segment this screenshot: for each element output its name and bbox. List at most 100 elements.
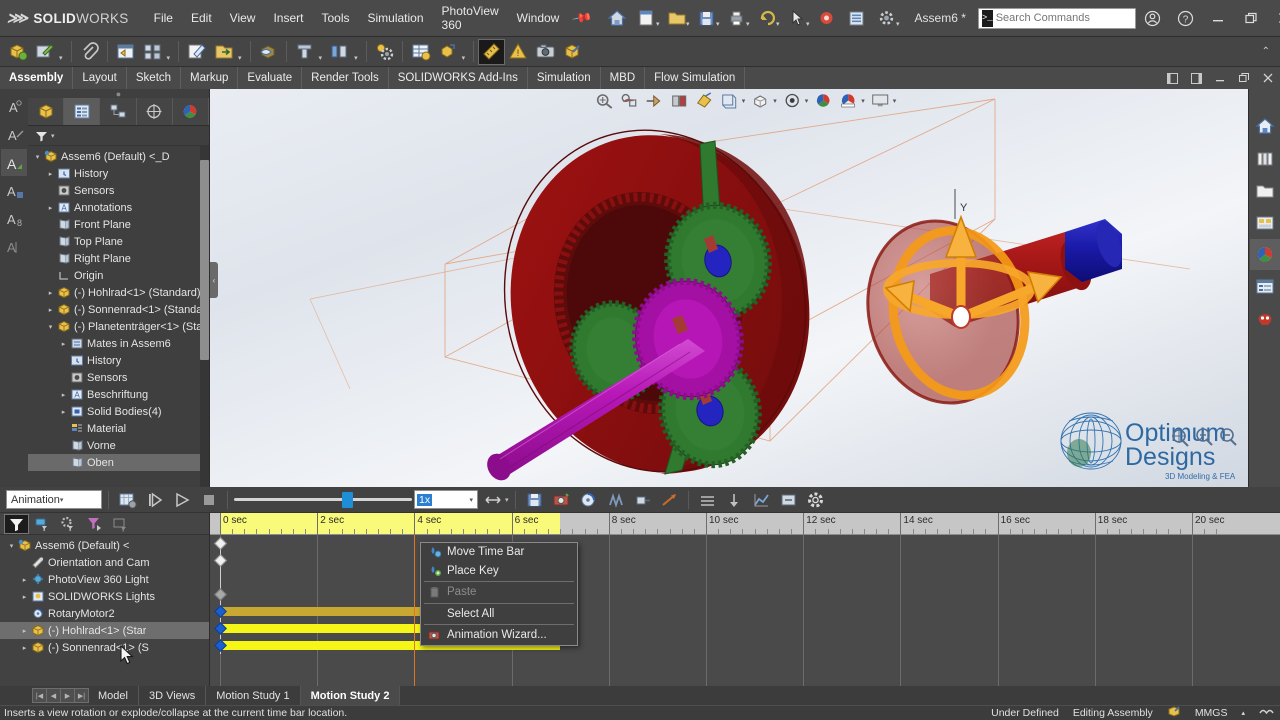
motion-tree-node[interactable]: RotaryMotor2	[0, 605, 209, 622]
tree-expand-arrow[interactable]: ▾	[32, 153, 43, 161]
motion-tree-node[interactable]: ▸ SOLIDWORKS Lights	[0, 588, 209, 605]
tree-expand-arrow[interactable]: ▸	[45, 170, 56, 178]
zoom-controls[interactable]	[1170, 425, 1240, 449]
filter-all-icon[interactable]	[4, 513, 29, 534]
tree-expand-arrow[interactable]: ▸	[19, 576, 30, 584]
chevron-down-icon[interactable]: ▾	[469, 496, 477, 504]
tree-node[interactable]: History	[28, 352, 209, 369]
tree-scroll-thumb[interactable]	[200, 160, 209, 360]
tab-evaluate[interactable]: Evaluate	[238, 67, 303, 89]
playback-speed-select[interactable]: 1x ▾	[414, 490, 478, 509]
tab-model[interactable]: Model	[88, 686, 139, 705]
chevron-down-icon[interactable]: ▾	[805, 97, 809, 105]
annotation-a-icon[interactable]: A	[1, 93, 27, 120]
tree-node[interactable]: ▸ History	[28, 165, 209, 182]
tree-node[interactable]: Top Plane	[28, 233, 209, 250]
study-type-select[interactable]: Animation ▾	[6, 490, 102, 509]
keyframe-marker[interactable]	[213, 554, 227, 567]
tab-simulation[interactable]: Simulation	[528, 67, 601, 89]
filter-animated-icon[interactable]	[30, 514, 55, 534]
keyframe-marker[interactable]	[213, 588, 227, 601]
appearances-scenes-icon[interactable]	[1249, 239, 1280, 270]
timeline-row[interactable]	[210, 535, 1280, 552]
motion-manager-tree[interactable]: ▾ Assem6 (Default) < Orientation and Cam ▸ P…	[0, 535, 209, 686]
feature-tree[interactable]: ▾ Assem6 (Default) <_D ▸ History Sensors ▸ A An…	[28, 146, 209, 487]
motion-tree-node[interactable]: Orientation and Cam	[0, 554, 209, 571]
tab-flow-simulation[interactable]: Flow Simulation	[645, 67, 746, 89]
dimxpert-icon[interactable]	[137, 98, 173, 125]
tree-node[interactable]: Oben	[28, 454, 209, 471]
section-view-icon[interactable]	[667, 91, 691, 110]
save-document-icon[interactable]: ▾	[693, 5, 721, 31]
motion-tree-node[interactable]: ▾ Assem6 (Default) <	[0, 537, 209, 554]
slider-knob[interactable]	[342, 491, 353, 508]
tree-node[interactable]: ▾ Assem6 (Default) <_D	[28, 148, 209, 165]
animation-wizard-button[interactable]	[549, 489, 574, 511]
timeline-row[interactable]	[210, 586, 1280, 603]
tree-node[interactable]: ▸ Solid Bodies(4)	[28, 403, 209, 420]
chevron-down-icon[interactable]: ▾	[505, 496, 509, 504]
apply-scene-icon[interactable]	[811, 91, 835, 110]
tab-motion-study-2[interactable]: Motion Study 2	[300, 686, 401, 705]
timeline-row[interactable]	[210, 620, 1280, 637]
gear-icon[interactable]: ▾	[873, 5, 901, 31]
hide-show-icon[interactable]	[748, 91, 772, 110]
tree-node[interactable]: ▸ A Beschriftung	[28, 386, 209, 403]
save-animation-button[interactable]	[522, 489, 547, 511]
annotation-a-dim-icon[interactable]: A	[1, 233, 27, 260]
solidworks-forum-icon[interactable]	[1250, 303, 1280, 334]
tab-markup[interactable]: Markup	[181, 67, 239, 89]
tree-expand-arrow[interactable]: ▸	[19, 627, 30, 635]
menu-item-tools[interactable]: Tools	[312, 7, 358, 29]
first-icon[interactable]: |◀	[32, 688, 47, 703]
file-explorer-icon[interactable]	[1250, 175, 1280, 206]
tree-node[interactable]: Origin	[28, 267, 209, 284]
spring-button[interactable]	[603, 489, 628, 511]
motion-tree-node[interactable]: ▸ PhotoView 360 Light	[0, 571, 209, 588]
results-plot-button[interactable]	[749, 489, 774, 511]
menu-item-view[interactable]: View	[221, 7, 265, 29]
custom-properties-icon[interactable]	[1250, 271, 1280, 302]
annotation-a-arrow-icon[interactable]: A	[1, 121, 27, 148]
tab-mbd[interactable]: MBD	[601, 67, 646, 89]
menu-item-photoview[interactable]: PhotoView 360	[433, 0, 508, 36]
chevron-up-icon[interactable]: ⌃	[1262, 46, 1270, 57]
hide-show-components-icon[interactable]	[255, 39, 282, 65]
play-from-start-button[interactable]	[142, 489, 167, 511]
previous-icon[interactable]: ◀	[46, 688, 61, 703]
panel-collapse-handle[interactable]: ‹	[210, 262, 218, 298]
chevron-down-icon[interactable]: ▾	[461, 54, 470, 62]
edit-sketch-icon[interactable]	[183, 39, 210, 65]
tree-expand-arrow[interactable]: ▸	[58, 391, 69, 399]
view-settings-icon[interactable]	[836, 91, 860, 110]
contact-button[interactable]	[695, 489, 720, 511]
mate-icon[interactable]	[291, 39, 318, 65]
force-button[interactable]	[657, 489, 682, 511]
tree-node[interactable]: Sensors	[28, 369, 209, 386]
search-input[interactable]	[995, 12, 1138, 24]
context-menu-item[interactable]: Select All	[421, 605, 577, 624]
tree-expand-arrow[interactable]: ▸	[19, 593, 30, 601]
filter-driving-icon[interactable]	[56, 514, 81, 534]
options-panel-icon[interactable]	[843, 5, 871, 31]
tree-expand-arrow[interactable]: ▸	[58, 408, 69, 416]
damper-button[interactable]	[630, 489, 655, 511]
tree-node[interactable]: ▸ (-) Sonnenrad<1> (Standard) <	[28, 301, 209, 318]
context-menu-item[interactable]: Move Time Bar	[421, 543, 577, 562]
tree-scrollbar[interactable]	[200, 146, 209, 487]
restore-window-icon[interactable]	[1232, 67, 1256, 89]
restore-panel-icon[interactable]	[1160, 67, 1184, 89]
exit-folder-icon[interactable]	[210, 39, 237, 65]
tree-expand-arrow[interactable]: ▸	[45, 204, 56, 212]
timeline-row[interactable]	[210, 603, 1280, 620]
tree-node[interactable]: ▸ A Annotations	[28, 199, 209, 216]
chevron-down-icon[interactable]: ▾	[237, 54, 246, 62]
overlay-icon[interactable]	[1259, 706, 1274, 720]
motion-study-settings-button[interactable]	[803, 489, 828, 511]
new-document-icon[interactable]: ▾	[633, 5, 661, 31]
tab-layout[interactable]: Layout	[73, 67, 127, 89]
exploded-view-icon[interactable]	[326, 39, 353, 65]
view-orientation-icon[interactable]	[692, 91, 716, 110]
stop-button[interactable]	[196, 489, 221, 511]
filter-selected-icon[interactable]	[82, 514, 107, 534]
